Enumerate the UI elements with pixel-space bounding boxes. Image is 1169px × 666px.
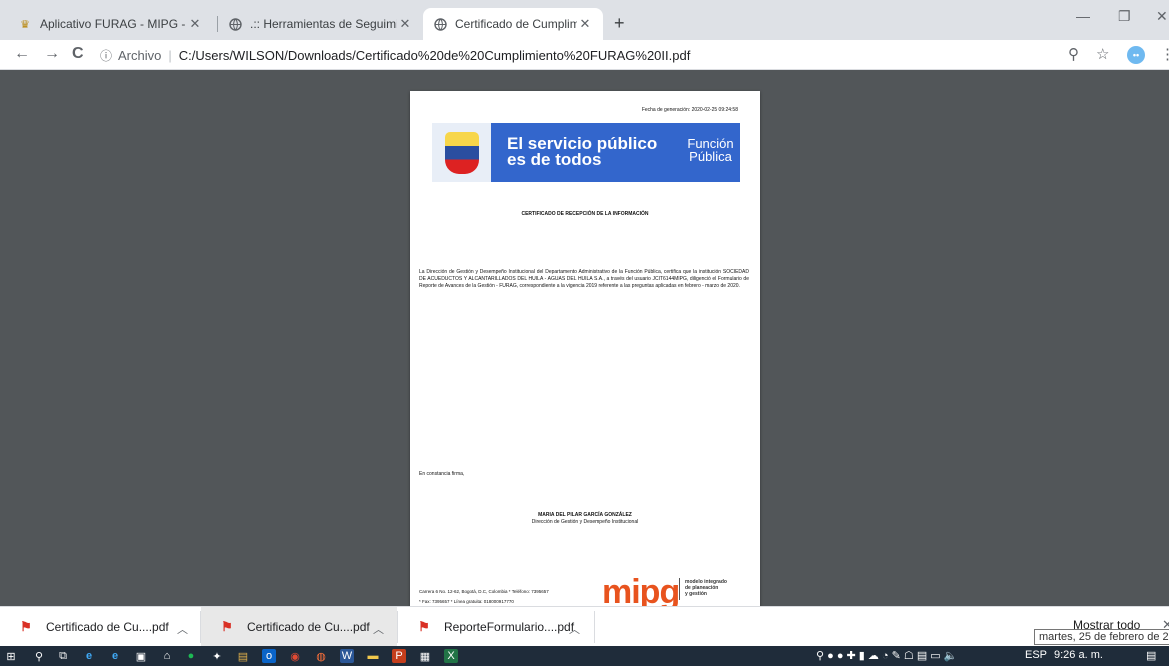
crest-icon: ♛: [20, 18, 30, 31]
close-icon[interactable]: ✕: [577, 16, 593, 32]
tab-certificado[interactable]: Certificado de Cumplimiento FUF ✕: [423, 8, 603, 40]
url-text: C:/Users/WILSON/Downloads/Certificado%20…: [178, 47, 691, 63]
mipg-tagline: modelo integrado de planeación y gestión: [685, 579, 755, 597]
certificate-body: La Dirección de Gestión y Desempeño Inst…: [419, 269, 749, 289]
certificate-title: CERTIFICADO DE RECEPCIÓN DE LA INFORMACI…: [521, 211, 649, 217]
tab-furag[interactable]: ♛ Aplicativo FURAG - MIPG - Funci ✕: [8, 8, 213, 40]
logo-line-2: Pública: [689, 149, 732, 164]
header-banner: El servicio público es de todos Función …: [432, 123, 740, 182]
pdf-page: Fecha de generación: 2020-02-25 09:24:58…: [410, 91, 760, 606]
funcion-publica-logo: Función Pública: [681, 123, 740, 182]
close-icon[interactable]: ✕: [187, 16, 203, 32]
logo-divider: [679, 578, 680, 600]
app-icon[interactable]: ✦: [210, 649, 224, 663]
browser-toolbar: ← → C ⓘ Archivo | C:/Users/WILSON/Downlo…: [0, 40, 1169, 70]
windows-start-icon[interactable]: ⊞: [4, 649, 18, 663]
firefox-icon[interactable]: ◍: [314, 649, 328, 663]
download-filename: Certificado de Cu....pdf: [46, 620, 169, 634]
mipg-logo: mipg: [602, 573, 680, 606]
system-tray-icons[interactable]: ⚲ ● ● ✚ ▮ ☁ ◔ ✎ ☖ ▤ ▭ 🔈: [816, 649, 957, 662]
globe-icon: [433, 17, 447, 31]
clock[interactable]: 9:26 a. m.: [1054, 649, 1103, 661]
coat-of-arms-icon: [432, 123, 491, 182]
window-close-icon[interactable]: ✕: [1156, 8, 1168, 25]
info-icon[interactable]: ⓘ: [100, 47, 112, 64]
signer-role: Dirección de Gestión y Desempeño Institu…: [531, 519, 639, 525]
scheme-label: Archivo: [118, 47, 162, 63]
signer-name: MARIA DEL PILAR GARCÍA GONZÁLEZ: [538, 512, 632, 518]
chevron-up-icon[interactable]: ︿: [569, 621, 580, 637]
footer-line-1: Carrera 6 No. 12-62, Bogotá, D.C, Colomb…: [419, 589, 549, 594]
forward-icon[interactable]: →: [44, 45, 60, 63]
spotify-icon[interactable]: ●: [184, 649, 198, 663]
download-filename: ReporteFormulario....pdf: [444, 620, 575, 634]
tab-herramientas[interactable]: .:: Herramientas de Seguimiento ✕: [218, 8, 423, 40]
download-item[interactable]: ⚑ Certificado de Cu....pdf: [201, 607, 397, 647]
close-icon[interactable]: ✕: [397, 16, 413, 32]
chevron-up-icon[interactable]: ︿: [177, 621, 188, 637]
new-tab-button[interactable]: +: [614, 14, 625, 32]
calculator-icon[interactable]: ▦: [418, 649, 432, 663]
tab-title: Certificado de Cumplimiento FUF: [455, 17, 577, 31]
tab-title: Aplicativo FURAG - MIPG - Funci: [40, 17, 187, 31]
menu-icon[interactable]: ⋮: [1160, 45, 1169, 63]
ie-icon[interactable]: e: [108, 649, 122, 663]
address-bar[interactable]: ⓘ Archivo | C:/Users/WILSON/Downloads/Ce…: [100, 44, 690, 66]
pdf-file-icon: ⚑: [221, 619, 233, 634]
task-view-icon[interactable]: ⧉: [56, 649, 70, 663]
tagline-line-3: y gestión: [685, 591, 707, 597]
closing-text: En constancia firma,: [419, 471, 465, 477]
pdf-viewer[interactable]: Fecha de generación: 2020-02-25 09:24:58…: [0, 71, 1169, 606]
zoom-icon[interactable]: ⚲: [1068, 45, 1079, 63]
excel-icon[interactable]: X: [444, 649, 458, 663]
pdf-file-icon: ⚑: [418, 619, 430, 634]
star-icon[interactable]: ☆: [1096, 45, 1109, 63]
footer-line-2: * Fax: 7395657 * Línea gratuita: 0180009…: [419, 599, 514, 604]
restore-icon[interactable]: ❐: [1118, 8, 1131, 25]
notes-icon[interactable]: ▤: [236, 649, 250, 663]
address-separator: |: [168, 47, 172, 63]
home-icon[interactable]: ⌂: [160, 649, 174, 663]
tab-title: .:: Herramientas de Seguimiento: [250, 17, 397, 31]
banner-slogan: El servicio público es de todos: [491, 123, 681, 182]
language-indicator[interactable]: ESP: [1025, 649, 1047, 661]
download-item[interactable]: ⚑ Certificado de Cu....pdf: [0, 607, 200, 647]
back-icon[interactable]: ←: [14, 45, 30, 63]
outlook-icon[interactable]: o: [262, 649, 276, 663]
globe-icon: [228, 17, 242, 31]
chevron-up-icon[interactable]: ︿: [373, 621, 384, 637]
download-item[interactable]: ⚑ ReporteFormulario....pdf: [398, 607, 594, 647]
reload-icon[interactable]: C: [72, 45, 84, 63]
shelf-divider: [594, 611, 595, 643]
file-explorer-icon[interactable]: ▬: [366, 649, 380, 663]
chrome-icon[interactable]: ◉: [288, 649, 302, 663]
word-icon[interactable]: W: [340, 649, 354, 663]
tab-strip: ♛ Aplicativo FURAG - MIPG - Funci ✕ .:: …: [0, 0, 1169, 40]
download-filename: Certificado de Cu....pdf: [247, 620, 370, 634]
footer-address: Carrera 6 No. 12-62, Bogotá, D.C, Colomb…: [419, 587, 619, 606]
search-icon[interactable]: ⚲: [32, 649, 46, 663]
notifications-icon[interactable]: ▤: [1146, 649, 1156, 662]
generation-date: Fecha de generación: 2020-02-25 09:24:58: [641, 107, 738, 113]
slogan-line-2: es de todos: [507, 150, 602, 169]
minimize-icon[interactable]: —: [1076, 8, 1090, 24]
powerpoint-icon[interactable]: P: [392, 649, 406, 663]
edge-icon[interactable]: e: [82, 649, 96, 663]
windows-taskbar: ⊞ ⚲ ⧉ e e ▣ ⌂ ● ✦ ▤ o ◉ ◍ W ▬ P ▦ X ⚲ ● …: [0, 646, 1169, 666]
download-shelf: ⚑ Certificado de Cu....pdf ︿ ⚑ Certifica…: [0, 606, 1169, 647]
pdf-file-icon: ⚑: [20, 619, 32, 634]
extension-icon[interactable]: ••: [1127, 46, 1145, 64]
store-icon[interactable]: ▣: [134, 649, 148, 663]
date-tooltip: martes, 25 de febrero de 2020: [1034, 629, 1169, 645]
